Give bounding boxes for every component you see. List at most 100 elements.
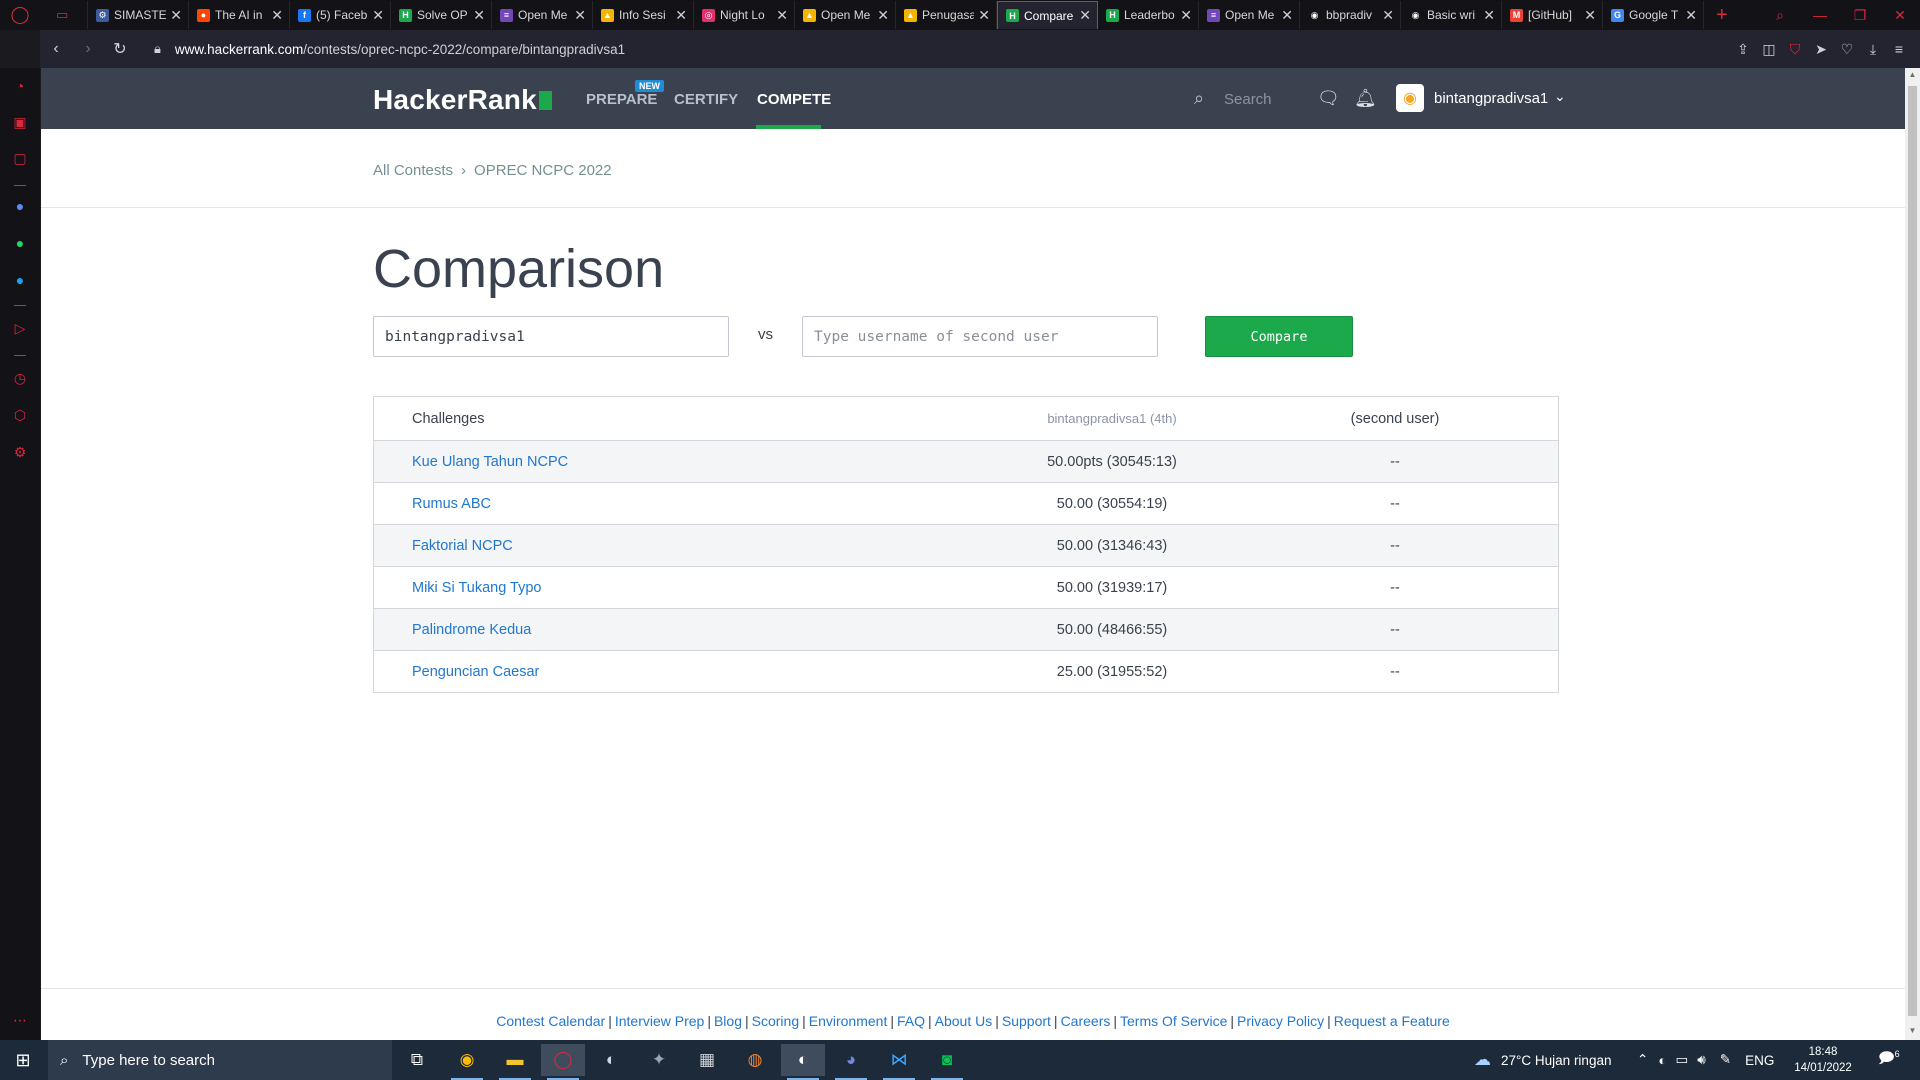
- close-tab-icon[interactable]: ✕: [1584, 7, 1596, 24]
- footer-link[interactable]: Interview Prep: [615, 1013, 704, 1029]
- close-tab-icon[interactable]: ✕: [271, 7, 283, 24]
- notification-center-icon[interactable]: 🗩︎6: [1878, 1048, 1900, 1073]
- windows-start-icon[interactable]: ⊞: [0, 1040, 46, 1080]
- footer-link[interactable]: Terms Of Service: [1120, 1013, 1227, 1029]
- browser-tab[interactable]: ◉ bbpradiv ✕: [1300, 1, 1401, 29]
- browser-tab[interactable]: ● The AI in ✕: [189, 1, 290, 29]
- weather-widget[interactable]: ☁ 27°C Hujan ringan: [1474, 1040, 1611, 1080]
- scrollbar-thumb[interactable]: [1908, 86, 1917, 1016]
- browser-tab[interactable]: H Compare ✕: [997, 1, 1098, 29]
- nav-compete[interactable]: COMPETE: [757, 91, 831, 108]
- close-tab-icon[interactable]: ✕: [170, 7, 182, 24]
- header-username[interactable]: bintangpradivsa1: [1434, 90, 1548, 107]
- close-tab-icon[interactable]: ✕: [1685, 7, 1697, 24]
- steam-running-icon[interactable]: ◐: [781, 1044, 825, 1080]
- volume-icon[interactable]: 🔊︎: [1697, 1052, 1706, 1068]
- close-tab-icon[interactable]: ✕: [776, 7, 788, 24]
- scroll-up-arrow-icon[interactable]: ▲: [1905, 70, 1920, 79]
- messenger-icon[interactable]: ●: [8, 194, 32, 218]
- close-tab-icon[interactable]: ✕: [372, 7, 384, 24]
- sidebar-more-icon[interactable]: ⋯: [8, 1008, 32, 1032]
- player-icon[interactable]: ▷: [8, 316, 32, 340]
- taskbar-clock[interactable]: 18:48 14/01/2022: [1793, 1044, 1853, 1076]
- breadcrumb-all-contests[interactable]: All Contests: [373, 162, 453, 179]
- footer-link[interactable]: Contest Calendar: [496, 1013, 605, 1029]
- browser-tab[interactable]: G Google T ✕: [1603, 1, 1704, 29]
- share-icon[interactable]: ⇪: [1730, 41, 1756, 58]
- close-tab-icon[interactable]: ✕: [1281, 7, 1293, 24]
- challenge-link[interactable]: Kue Ulang Tahun NCPC: [412, 454, 568, 470]
- footer-link[interactable]: Scoring: [752, 1013, 799, 1029]
- settings-icon[interactable]: ⚙: [8, 440, 32, 464]
- language-indicator[interactable]: ENG: [1745, 1053, 1774, 1068]
- steam-icon[interactable]: ◐: [589, 1044, 633, 1076]
- footer-link[interactable]: Request a Feature: [1334, 1013, 1450, 1029]
- browser-tab[interactable]: H Leaderbo ✕: [1098, 1, 1199, 29]
- twitter-icon[interactable]: ●: [8, 268, 32, 292]
- adblock-shield-icon[interactable]: ⛉: [1782, 41, 1808, 58]
- avatar[interactable]: ◉: [1396, 84, 1424, 112]
- easy-setup-icon[interactable]: ≡: [1886, 41, 1912, 57]
- twitch-icon[interactable]: ▢: [8, 146, 32, 170]
- history-icon[interactable]: ◷: [8, 366, 32, 390]
- footer-link[interactable]: About Us: [935, 1013, 993, 1029]
- download-icon[interactable]: ⤓: [1860, 41, 1886, 58]
- reload-button[interactable]: ↻: [104, 39, 136, 59]
- extensions-icon[interactable]: ⬡: [8, 403, 32, 427]
- close-tab-icon[interactable]: ✕: [1180, 7, 1192, 24]
- browser-tab[interactable]: M [GitHub] ✕: [1502, 1, 1603, 29]
- close-tab-icon[interactable]: ✕: [574, 7, 586, 24]
- footer-link[interactable]: Support: [1002, 1013, 1051, 1029]
- send-icon[interactable]: ➤: [1808, 41, 1834, 58]
- url-field[interactable]: www.hackerrank.com/contests/oprec-ncpc-2…: [175, 42, 625, 57]
- page-scrollbar[interactable]: ▲ ▼: [1905, 68, 1920, 1040]
- breadcrumb-contest[interactable]: OPREC NCPC 2022: [474, 162, 612, 179]
- restore-button[interactable]: ❐: [1840, 7, 1880, 24]
- nav-prepare[interactable]: PREPARE: [586, 91, 657, 108]
- messages-icon[interactable]: 🗨︎: [1317, 88, 1340, 109]
- hackerrank-logo[interactable]: HackerRank: [373, 84, 552, 116]
- opera-gx-icon[interactable]: ◯: [541, 1044, 585, 1080]
- footer-link[interactable]: Blog: [714, 1013, 742, 1029]
- header-search-input[interactable]: Search: [1224, 91, 1272, 108]
- browser-tab[interactable]: ▲ Penugasa ✕: [896, 1, 997, 29]
- browser-tab[interactable]: ▲ Info Sesi ✕: [593, 1, 694, 29]
- workspace-icon[interactable]: ▣: [8, 110, 32, 134]
- task-view-icon[interactable]: ⧉: [395, 1044, 439, 1076]
- compare-button[interactable]: Compare: [1205, 316, 1353, 357]
- browser-tab[interactable]: ⚙ SIMASTE ✕: [88, 1, 189, 29]
- close-tab-icon[interactable]: ✕: [877, 7, 889, 24]
- snapshot-icon[interactable]: ◫: [1756, 41, 1782, 58]
- challenge-link[interactable]: Palindrome Kedua: [412, 622, 531, 638]
- whatsapp-icon[interactable]: ●: [8, 231, 32, 255]
- close-tab-icon[interactable]: ✕: [1382, 7, 1394, 24]
- browser-tab[interactable]: ◎ Night Lo ✕: [694, 1, 795, 29]
- game-app-icon[interactable]: ✦: [637, 1044, 681, 1076]
- browser-tab[interactable]: f (5) Faceb ✕: [290, 1, 391, 29]
- browser-tab[interactable]: ≡ Open Me ✕: [1199, 1, 1300, 29]
- game-tab-icon[interactable]: ▭: [40, 1, 88, 29]
- chrome-icon[interactable]: ◉: [445, 1044, 489, 1080]
- new-tab-button[interactable]: +: [1704, 4, 1740, 27]
- search-tabs-icon[interactable]: ⌕: [1760, 7, 1800, 24]
- close-window-button[interactable]: ✕: [1880, 7, 1920, 24]
- browser-tab[interactable]: H Solve OP ✕: [391, 1, 492, 29]
- close-tab-icon[interactable]: ✕: [1483, 7, 1495, 24]
- forward-button[interactable]: ›: [72, 40, 104, 58]
- browser-tab[interactable]: ≡ Open Me ✕: [492, 1, 593, 29]
- origin-icon[interactable]: ◍: [733, 1044, 777, 1076]
- close-tab-icon[interactable]: ✕: [978, 7, 990, 24]
- close-tab-icon[interactable]: ✕: [1079, 7, 1091, 24]
- challenge-link[interactable]: Miki Si Tukang Typo: [412, 580, 542, 596]
- chevron-up-icon[interactable]: ⌃: [1637, 1052, 1648, 1068]
- challenge-link[interactable]: Faktorial NCPC: [412, 538, 513, 554]
- challenge-link[interactable]: Rumus ABC: [412, 496, 491, 512]
- network-icon[interactable]: ▭: [1675, 1052, 1688, 1068]
- close-tab-icon[interactable]: ✕: [675, 7, 687, 24]
- app-icon[interactable]: ▦: [685, 1044, 729, 1076]
- opera-menu-icon[interactable]: ◯: [0, 0, 40, 30]
- footer-link[interactable]: FAQ: [897, 1013, 925, 1029]
- minimize-button[interactable]: —: [1800, 7, 1840, 23]
- file-explorer-icon[interactable]: ▬: [493, 1044, 537, 1080]
- nav-certify[interactable]: CERTIFY: [674, 91, 738, 108]
